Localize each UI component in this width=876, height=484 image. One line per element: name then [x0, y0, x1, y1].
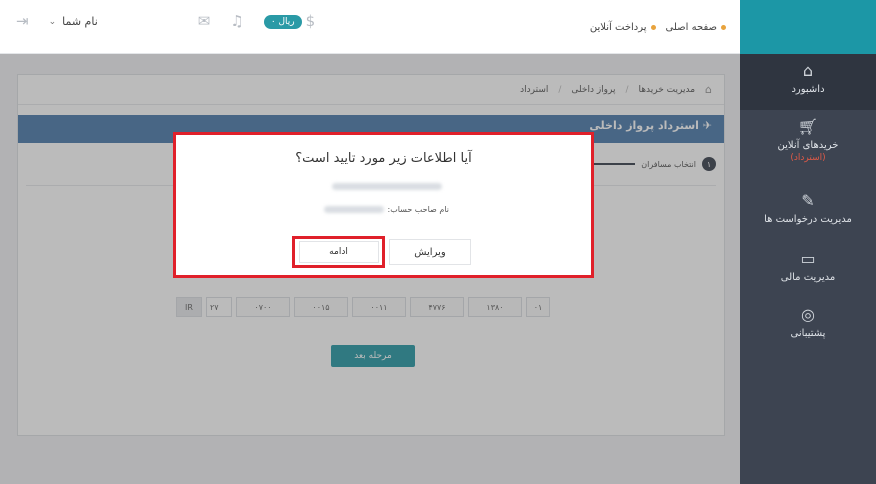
top-breadcrumb-home[interactable]: صفحه اصلی [666, 22, 726, 33]
edit-button[interactable]: ویرایش [389, 239, 471, 265]
wallet-balance[interactable]: ۰ ریال $ [263, 12, 316, 30]
home-icon: ⌂ [802, 61, 814, 80]
edit-icon: ✎ [801, 191, 815, 210]
top-bar: صفحه اصلی پرداخت آنلاین ⇥ ⌄ نام شما ✉ ♫ … [0, 0, 740, 54]
dollar-icon: $ [305, 12, 316, 30]
sidebar-item-request-management[interactable]: ✎ مدیریت درخواست ها [740, 191, 876, 226]
modal-title: آیا اطلاعات زیر مورد تایید است؟ [295, 151, 472, 166]
logout-icon[interactable]: ⇥ [16, 14, 29, 29]
lifebuoy-icon: ◎ [801, 305, 815, 324]
user-name: نام شما [62, 15, 98, 28]
account-holder-row: نام صاحب حساب: [323, 205, 449, 214]
top-breadcrumb: صفحه اصلی پرداخت آنلاین [590, 22, 726, 33]
redacted-account-number [332, 183, 442, 190]
redacted-account-holder [323, 206, 384, 213]
mail-icon[interactable]: ✉ [198, 14, 211, 29]
money-icon: ▭ [800, 249, 816, 268]
top-bar-actions: ⇥ ⌄ نام شما ✉ ♫ ۰ ریال $ [16, 14, 315, 29]
dot-icon [650, 24, 656, 30]
wallet-pill: ۰ ریال [263, 14, 302, 29]
cart-icon: 🛒︎ [797, 117, 818, 136]
sidebar-item-dashboard[interactable]: ⌂ داشبورد [740, 54, 876, 110]
brand-bar [740, 0, 876, 54]
sidebar-item-support[interactable]: ◎ پشتیبانی [740, 305, 876, 340]
user-menu[interactable]: ⌄ نام شما [49, 15, 98, 28]
top-breadcrumb-online-payment[interactable]: پرداخت آنلاین [590, 22, 656, 33]
continue-button-highlight: ادامه [292, 236, 385, 268]
bell-icon[interactable]: ♫ [230, 14, 243, 29]
continue-button[interactable]: ادامه [298, 241, 379, 263]
chevron-down-icon: ⌄ [48, 16, 57, 27]
account-holder-label: نام صاحب حساب: [387, 205, 449, 214]
sidebar-item-online-purchases[interactable]: 🛒︎ خریدهای آنلاین (استرداد) [740, 117, 876, 164]
sidebar-item-financial-management[interactable]: ▭ مدیریت مالی [740, 249, 876, 284]
sidebar: ⌂ داشبورد 🛒︎ خریدهای آنلاین (استرداد) ✎ … [740, 0, 876, 484]
confirm-modal: آیا اطلاعات زیر مورد تایید است؟ نام صاحب… [173, 132, 594, 278]
dot-icon [721, 24, 726, 30]
